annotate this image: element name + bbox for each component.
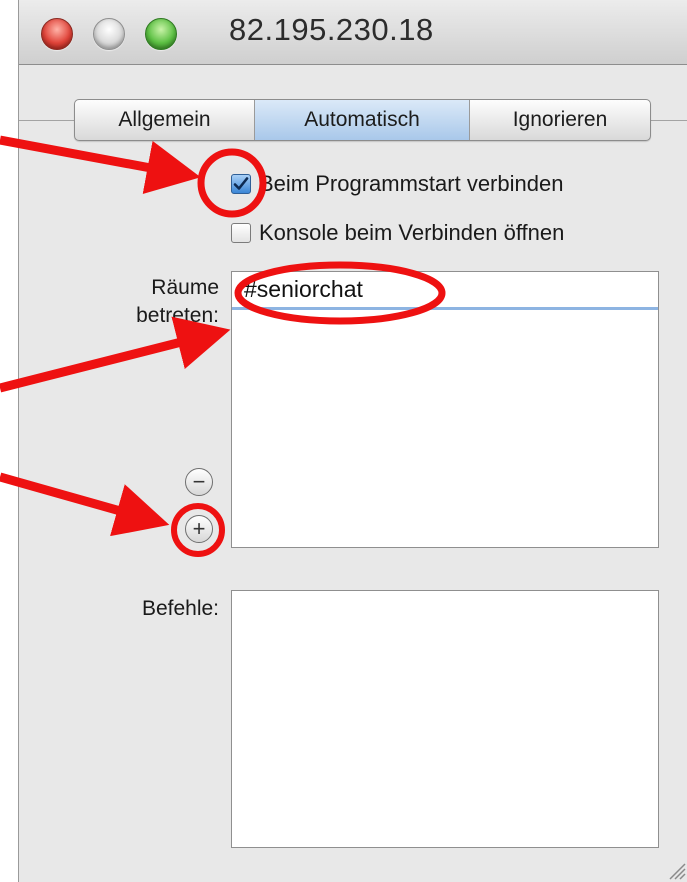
tab-bar: Allgemein Automatisch Ignorieren: [74, 99, 651, 141]
open-console-checkbox[interactable]: [231, 223, 251, 243]
resize-grip-icon[interactable]: [664, 858, 686, 880]
tab-allgemein[interactable]: Allgemein: [75, 100, 255, 140]
connect-on-start-option[interactable]: Beim Programmstart verbinden: [231, 171, 563, 197]
rooms-label-line1: Räume: [151, 276, 219, 299]
zoom-window-button[interactable]: [145, 18, 177, 50]
preferences-window: 82.195.230.18 Allgemein Automatisch Igno…: [18, 0, 687, 882]
connect-on-start-label: Beim Programmstart verbinden: [259, 171, 564, 196]
minimize-window-button[interactable]: [93, 18, 125, 50]
open-console-option[interactable]: Konsole beim Verbinden öffnen: [231, 220, 564, 246]
tab-automatisch[interactable]: Automatisch: [255, 100, 470, 140]
checkmark-icon: [233, 177, 249, 190]
rooms-list[interactable]: #seniorchat: [231, 271, 659, 548]
add-room-button[interactable]: +: [185, 515, 213, 543]
remove-room-button[interactable]: −: [185, 468, 213, 496]
title-bar[interactable]: 82.195.230.18: [19, 0, 687, 65]
list-item[interactable]: #seniorchat: [232, 272, 658, 310]
rooms-label-line2: betreten:: [136, 304, 219, 327]
close-window-button[interactable]: [41, 18, 73, 50]
plus-icon: +: [192, 516, 206, 541]
tab-ignorieren[interactable]: Ignorieren: [470, 100, 650, 140]
commands-textarea[interactable]: [231, 590, 659, 848]
connect-on-start-checkbox[interactable]: [231, 174, 251, 194]
minus-icon: −: [192, 469, 206, 494]
window-title: 82.195.230.18: [229, 12, 434, 47]
commands-label: Befehle:: [141, 597, 219, 620]
open-console-label: Konsole beim Verbinden öffnen: [259, 220, 565, 245]
